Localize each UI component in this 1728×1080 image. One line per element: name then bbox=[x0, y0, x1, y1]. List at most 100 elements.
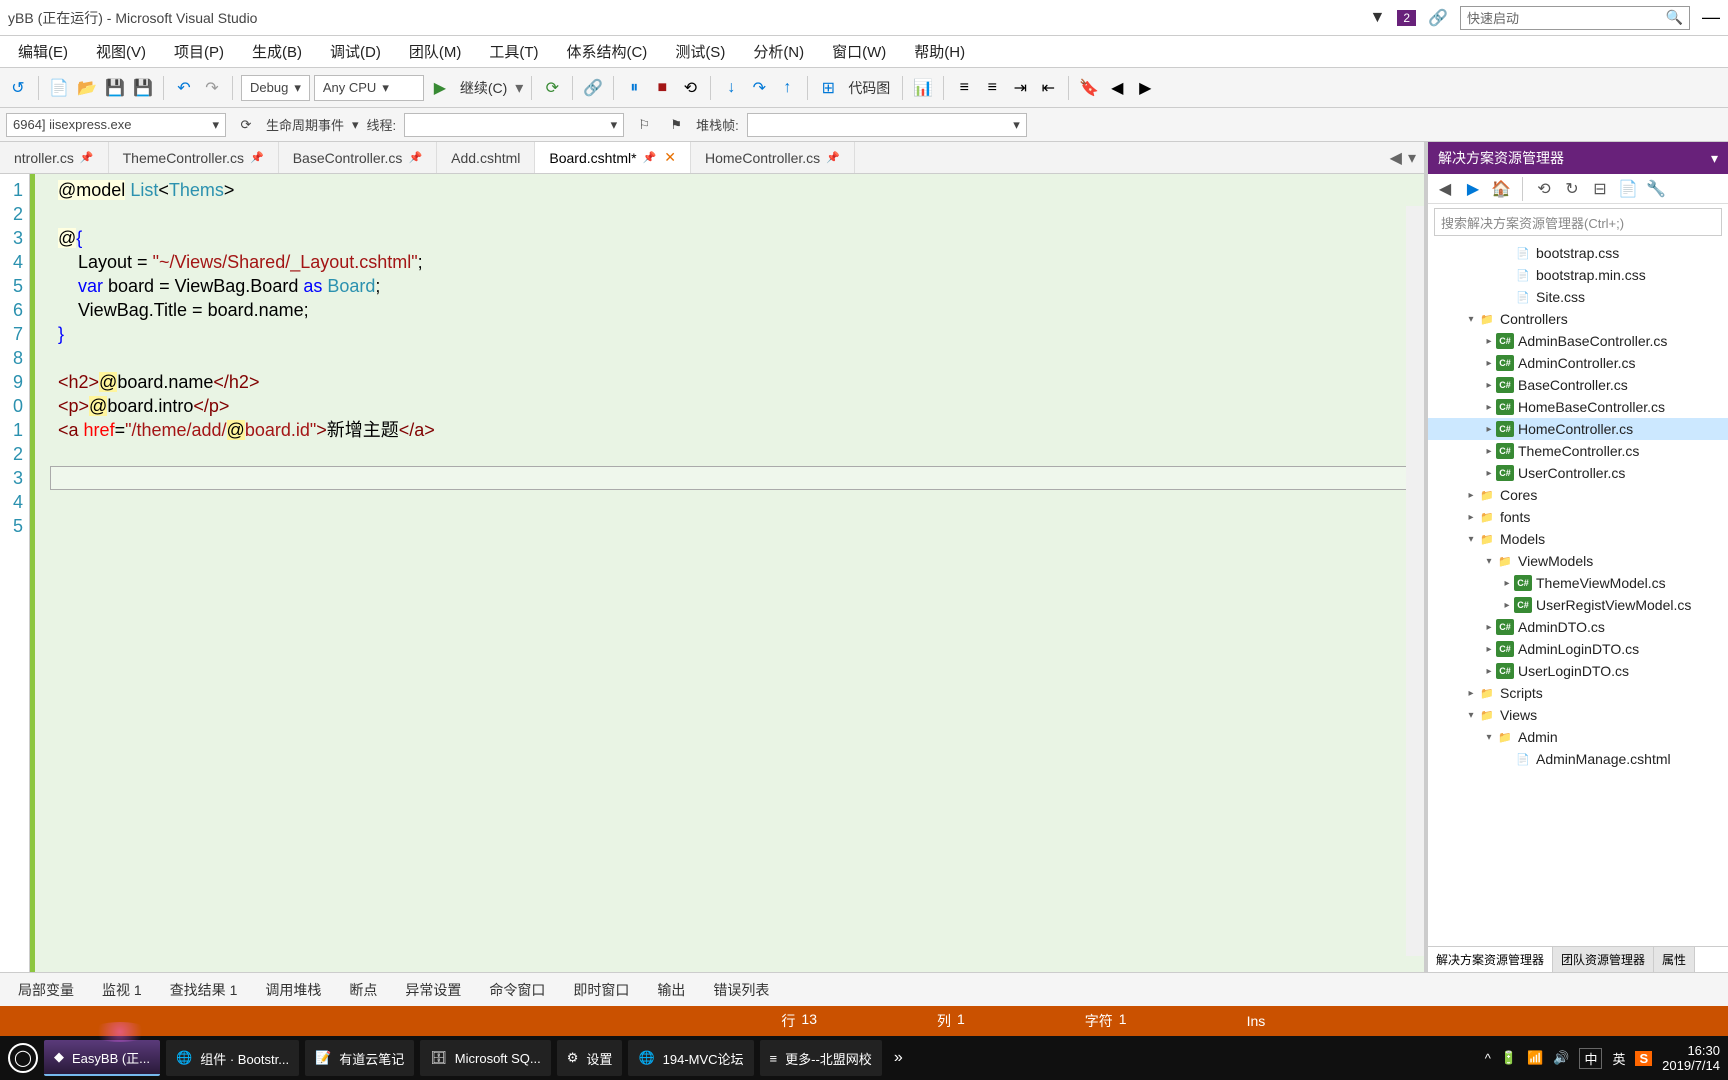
diagnostics-icon[interactable]: 📊 bbox=[911, 76, 935, 100]
restart-icon[interactable]: ⟲ bbox=[678, 76, 702, 100]
tree-item[interactable]: 📄Site.css bbox=[1428, 286, 1728, 308]
sogou-icon[interactable]: S bbox=[1635, 1051, 1652, 1066]
solution-explorer-header[interactable]: 解决方案资源管理器 ▾ bbox=[1428, 142, 1728, 174]
step-into-icon[interactable]: ↓ bbox=[719, 76, 743, 100]
taskbar-item[interactable]: ◆EasyBB (正... bbox=[44, 1040, 160, 1076]
start-button[interactable]: ◯ bbox=[8, 1043, 38, 1073]
expand-icon[interactable]: ▸ bbox=[1482, 402, 1496, 413]
expand-icon[interactable]: ▾ bbox=[1464, 314, 1478, 325]
expand-icon[interactable]: ▸ bbox=[1482, 358, 1496, 369]
expand-icon[interactable]: ▸ bbox=[1464, 512, 1478, 523]
volume-icon[interactable]: 🔊 bbox=[1553, 1050, 1569, 1066]
expand-icon[interactable]: ▸ bbox=[1482, 424, 1496, 435]
undo-icon[interactable]: ↶ bbox=[172, 76, 196, 100]
refresh-icon[interactable]: ↻ bbox=[1561, 178, 1583, 200]
expand-icon[interactable]: ▸ bbox=[1482, 380, 1496, 391]
taskbar-item[interactable]: 📝有道云笔记 bbox=[305, 1040, 414, 1076]
pin-icon[interactable]: 📌 bbox=[408, 151, 422, 164]
expand-icon[interactable]: ▸ bbox=[1482, 468, 1496, 479]
thread-dropdown[interactable]: ▾ bbox=[404, 113, 624, 137]
tool-window-tab[interactable]: 即时窗口 bbox=[559, 974, 643, 1006]
tool-window-tab[interactable]: 局部变量 bbox=[4, 974, 88, 1006]
step-over-icon[interactable]: ↷ bbox=[747, 76, 771, 100]
tool-window-tab[interactable]: 异常设置 bbox=[391, 974, 475, 1006]
expand-icon[interactable]: ▾ bbox=[1482, 556, 1496, 567]
tree-item[interactable]: ▸C#BaseController.cs bbox=[1428, 374, 1728, 396]
sync-icon[interactable]: ⟲ bbox=[1533, 178, 1555, 200]
new-item-icon[interactable]: 📄 bbox=[47, 76, 71, 100]
clock[interactable]: 16:30 2019/7/14 bbox=[1662, 1043, 1720, 1073]
tree-item[interactable]: ▾📁Controllers bbox=[1428, 308, 1728, 330]
ime-indicator-2[interactable]: 英 bbox=[1612, 1049, 1625, 1068]
menu-item[interactable]: 团队(M) bbox=[395, 37, 476, 66]
taskbar-item[interactable]: 🗄Microsoft SQ... bbox=[420, 1040, 550, 1076]
prev-bookmark-icon[interactable]: ◀ bbox=[1105, 76, 1129, 100]
save-all-icon[interactable]: 💾 bbox=[131, 76, 155, 100]
vertical-scrollbar[interactable] bbox=[1406, 206, 1424, 956]
close-icon[interactable]: ✕ bbox=[664, 149, 676, 166]
expand-icon[interactable]: ▸ bbox=[1464, 490, 1478, 501]
editor-tab[interactable]: ThemeController.cs📌 bbox=[109, 142, 279, 173]
code-editor[interactable]: 123456789012345 @model List<Thems> @{ La… bbox=[0, 174, 1424, 972]
codemap-icon[interactable]: ⊞ bbox=[816, 76, 840, 100]
stackframe-dropdown[interactable]: ▾ bbox=[747, 113, 1027, 137]
solution-tree[interactable]: 📄bootstrap.css📄bootstrap.min.css📄Site.cs… bbox=[1428, 240, 1728, 946]
taskbar-item[interactable]: ≡更多--北盟网校 bbox=[760, 1040, 882, 1076]
save-icon[interactable]: 💾 bbox=[103, 76, 127, 100]
tree-item[interactable]: ▸C#HomeBaseController.cs bbox=[1428, 396, 1728, 418]
feedback-icon[interactable]: 🔗 bbox=[1428, 8, 1448, 28]
tree-item[interactable]: ▸C#ThemeController.cs bbox=[1428, 440, 1728, 462]
tree-item[interactable]: ▾📁Admin bbox=[1428, 726, 1728, 748]
tool-window-tab[interactable]: 输出 bbox=[643, 974, 699, 1006]
tree-item[interactable]: ▾📁Models bbox=[1428, 528, 1728, 550]
browser-link-icon[interactable]: 🔗 bbox=[581, 76, 605, 100]
tree-item[interactable]: ▸📁Cores bbox=[1428, 484, 1728, 506]
tree-item[interactable]: ▸C#UserRegistViewModel.cs bbox=[1428, 594, 1728, 616]
tree-item[interactable]: ▸C#AdminDTO.cs bbox=[1428, 616, 1728, 638]
tree-item[interactable]: 📄bootstrap.min.css bbox=[1428, 264, 1728, 286]
expand-icon[interactable]: ▸ bbox=[1500, 600, 1514, 611]
tree-item[interactable]: ▸📁fonts bbox=[1428, 506, 1728, 528]
tool-window-tab[interactable]: 查找结果 1 bbox=[156, 974, 252, 1006]
tree-item[interactable]: ▸📁Scripts bbox=[1428, 682, 1728, 704]
expand-icon[interactable]: ▸ bbox=[1464, 688, 1478, 699]
tool-window-tab[interactable]: 错误列表 bbox=[699, 974, 783, 1006]
panel-tab[interactable]: 团队资源管理器 bbox=[1553, 947, 1654, 972]
pin-icon[interactable]: 📌 bbox=[643, 151, 657, 164]
expand-icon[interactable]: ▸ bbox=[1482, 622, 1496, 633]
forward-icon[interactable]: ▶ bbox=[1462, 178, 1484, 200]
open-icon[interactable]: 📂 bbox=[75, 76, 99, 100]
properties-icon[interactable]: 🔧 bbox=[1645, 178, 1667, 200]
process-dropdown[interactable]: 6964] iisexpress.exe▾ bbox=[6, 113, 226, 137]
tree-item[interactable]: ▸C#AdminController.cs bbox=[1428, 352, 1728, 374]
pause-icon[interactable]: ⏸ bbox=[622, 76, 646, 100]
tree-item[interactable]: ▸C#AdminLoginDTO.cs bbox=[1428, 638, 1728, 660]
editor-tab[interactable]: ntroller.cs📌 bbox=[0, 142, 109, 173]
pin-icon[interactable]: 📌 bbox=[80, 151, 94, 164]
tray-up-icon[interactable]: ^ bbox=[1485, 1051, 1491, 1066]
pin-icon[interactable]: 📌 bbox=[826, 151, 840, 164]
filter-icon[interactable]: ▼ bbox=[1370, 9, 1386, 27]
indent-icon[interactable]: ⇥ bbox=[1008, 76, 1032, 100]
outdent-icon[interactable]: ⇤ bbox=[1036, 76, 1060, 100]
notification-badge[interactable]: 2 bbox=[1397, 10, 1416, 26]
tree-item[interactable]: 📄AdminManage.cshtml bbox=[1428, 748, 1728, 770]
lifecycle-icon[interactable]: ⟳ bbox=[234, 113, 258, 137]
menu-item[interactable]: 测试(S) bbox=[661, 37, 739, 66]
chevron-down-icon[interactable]: ▾ bbox=[515, 78, 523, 98]
editor-tab[interactable]: Board.cshtml*📌✕ bbox=[535, 142, 691, 173]
quick-launch-input[interactable]: 快速启动 🔍 bbox=[1460, 6, 1690, 30]
step-out-icon[interactable]: ↑ bbox=[775, 76, 799, 100]
overflow-icon[interactable]: » bbox=[894, 1049, 903, 1067]
tree-item[interactable]: ▸C#AdminBaseController.cs bbox=[1428, 330, 1728, 352]
menu-item[interactable]: 生成(B) bbox=[238, 37, 316, 66]
taskbar-item[interactable]: 🌐194-MVC论坛 bbox=[628, 1040, 753, 1076]
config-dropdown[interactable]: Debug▾ bbox=[241, 75, 310, 101]
chevron-down-icon[interactable]: ▾ bbox=[1711, 150, 1718, 167]
next-bookmark-icon[interactable]: ▶ bbox=[1133, 76, 1157, 100]
tree-item[interactable]: ▾📁ViewModels bbox=[1428, 550, 1728, 572]
editor-tab[interactable]: HomeController.cs📌 bbox=[691, 142, 855, 173]
menu-item[interactable]: 分析(N) bbox=[739, 37, 818, 66]
tree-item[interactable]: ▸C#ThemeViewModel.cs bbox=[1428, 572, 1728, 594]
tab-list-icon[interactable]: ▾ bbox=[1408, 148, 1416, 168]
